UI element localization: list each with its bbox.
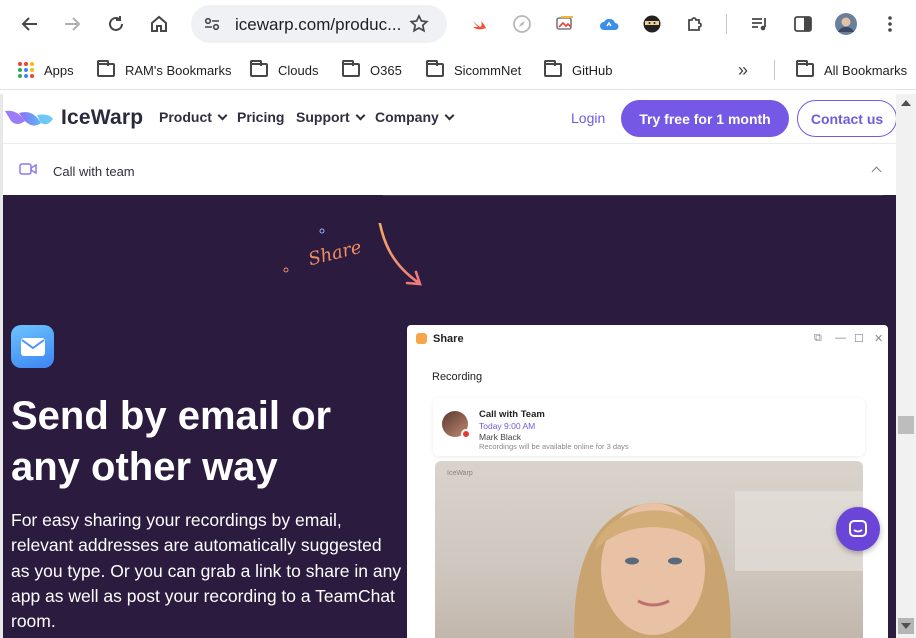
cloud-extension-icon[interactable] xyxy=(595,10,623,38)
recording-time: Today 9:00 AM xyxy=(479,421,536,431)
extensions-puzzle-icon[interactable] xyxy=(681,10,709,38)
reload-icon[interactable] xyxy=(102,10,130,38)
brand-name: IceWarp xyxy=(61,106,144,129)
chat-icon xyxy=(849,520,867,537)
compass-extension-icon[interactable] xyxy=(508,10,536,38)
browser-toolbar: icewarp.com/produc... xyxy=(0,0,916,50)
maximize-icon[interactable]: ☐ xyxy=(854,332,864,345)
home-icon[interactable] xyxy=(145,10,173,38)
bookmarks-overflow-chevron-icon[interactable]: » xyxy=(738,59,748,81)
login-link[interactable]: Login xyxy=(571,110,605,126)
recording-card[interactable]: Call with Team Today 9:00 AM Mark Black … xyxy=(433,398,865,456)
recording-owner: Mark Black xyxy=(479,432,522,442)
page-viewport: IceWarp Product Pricing Support Company … xyxy=(0,94,916,638)
nav-company-label: Company xyxy=(375,109,439,125)
page-scrollbar[interactable] xyxy=(896,94,916,638)
side-panel-icon[interactable] xyxy=(789,10,817,38)
chevron-up-icon[interactable] xyxy=(871,166,882,177)
share-window-title: Share xyxy=(433,333,464,345)
share-window-header: Share ⧉ — ☐ ✕ xyxy=(407,325,888,355)
bookmark-label: O365 xyxy=(370,62,402,78)
recording-title: Call with Team xyxy=(479,409,545,420)
bookmarks-bar: Apps RAM's Bookmarks Clouds O365 SicommN… xyxy=(0,50,916,90)
all-bookmarks[interactable]: All Bookmarks xyxy=(796,59,907,81)
site-settings-icon[interactable] xyxy=(203,15,221,38)
bookmark-label: RAM's Bookmarks xyxy=(125,62,232,78)
video-call-icon xyxy=(19,163,37,175)
chevron-down-icon xyxy=(444,110,455,121)
brand-logo[interactable]: IceWarp xyxy=(3,106,143,130)
minimize-icon[interactable]: — xyxy=(835,332,846,344)
swift-extension-icon[interactable] xyxy=(466,10,494,38)
chevron-down-icon xyxy=(217,110,228,121)
subnav-label: Call with team xyxy=(53,164,135,179)
bookmark-label: Apps xyxy=(44,62,74,78)
chat-widget-button[interactable] xyxy=(836,507,880,551)
browser-menu-icon[interactable] xyxy=(876,10,904,38)
bookmark-label: All Bookmarks xyxy=(824,62,908,78)
address-bar[interactable]: icewarp.com/produc... xyxy=(191,5,447,43)
back-arrow-icon[interactable] xyxy=(16,10,44,38)
toolbar-separator xyxy=(726,14,727,34)
hero-section: Share Send by email or any other way For… xyxy=(3,195,896,638)
woman-portrait-image xyxy=(574,491,863,638)
lock-app-icon xyxy=(416,333,427,344)
bookmark-folder-clouds[interactable]: Clouds xyxy=(250,59,318,81)
nav-pricing[interactable]: Pricing xyxy=(237,109,284,125)
scrollbar-thumb[interactable] xyxy=(898,416,914,434)
share-window: Share ⧉ — ☐ ✕ Recording Call with Team T… xyxy=(407,325,888,638)
chevron-down-icon xyxy=(355,110,366,121)
folder-icon xyxy=(426,60,444,77)
bookmark-star-icon[interactable] xyxy=(409,14,429,39)
bookmark-label: GitHub xyxy=(572,62,613,78)
bookmark-apps[interactable]: Apps xyxy=(16,59,74,81)
profile-avatar[interactable] xyxy=(832,10,860,38)
forward-arrow-icon[interactable] xyxy=(58,10,86,38)
bookmark-folder-o365[interactable]: O365 xyxy=(342,59,402,81)
popout-icon[interactable]: ⧉ xyxy=(814,332,822,345)
hero-body: For easy sharing your recordings by emai… xyxy=(11,510,402,632)
folder-icon xyxy=(97,60,115,77)
recording-note: Recordings will be available online for … xyxy=(479,442,629,451)
contact-us-button[interactable]: Contact us xyxy=(797,100,897,137)
bookmark-label: Clouds xyxy=(278,62,319,78)
close-icon[interactable]: ✕ xyxy=(874,332,883,345)
try-free-button[interactable]: Try free for 1 month xyxy=(621,100,789,137)
icewarp-logo-icon xyxy=(5,110,53,126)
window-left-edge xyxy=(0,94,3,638)
image-extension-icon[interactable] xyxy=(551,10,579,38)
bookmark-folder-rams[interactable]: RAM's Bookmarks xyxy=(97,59,232,81)
folder-icon xyxy=(342,60,360,77)
scroll-down-arrow-icon[interactable] xyxy=(898,618,914,634)
media-queue-icon[interactable] xyxy=(746,10,774,38)
apps-grid-icon xyxy=(18,62,34,78)
folder-icon xyxy=(796,60,814,77)
bookmark-folder-github[interactable]: GitHub xyxy=(544,59,612,81)
feature-subnav[interactable]: Call with team xyxy=(3,144,896,195)
scroll-up-arrow-icon[interactable] xyxy=(901,100,911,106)
envelope-icon xyxy=(11,325,54,368)
nav-product[interactable]: Product xyxy=(159,109,228,125)
nav-support-label: Support xyxy=(296,109,350,125)
video-preview[interactable]: IceWarp xyxy=(435,461,863,638)
nav-pricing-label: Pricing xyxy=(237,109,285,125)
nav-product-label: Product xyxy=(159,109,212,125)
bookmark-label: SicommNet xyxy=(454,62,522,78)
bookmark-folder-sicommnet[interactable]: SicommNet xyxy=(426,59,521,81)
url-text[interactable]: icewarp.com/produc... xyxy=(235,15,401,35)
bookmarks-separator xyxy=(774,60,775,80)
hero-title: Send by email or any other way xyxy=(11,394,332,489)
nav-support[interactable]: Support xyxy=(296,109,366,125)
nav-company[interactable]: Company xyxy=(375,109,455,125)
hero-top-divider xyxy=(383,195,883,196)
record-indicator-icon xyxy=(461,429,471,439)
ninja-extension-icon[interactable] xyxy=(638,10,666,38)
folder-icon xyxy=(544,60,562,77)
site-header: IceWarp Product Pricing Support Company … xyxy=(3,94,897,144)
recording-section-label: Recording xyxy=(432,371,483,383)
folder-icon xyxy=(250,60,268,77)
